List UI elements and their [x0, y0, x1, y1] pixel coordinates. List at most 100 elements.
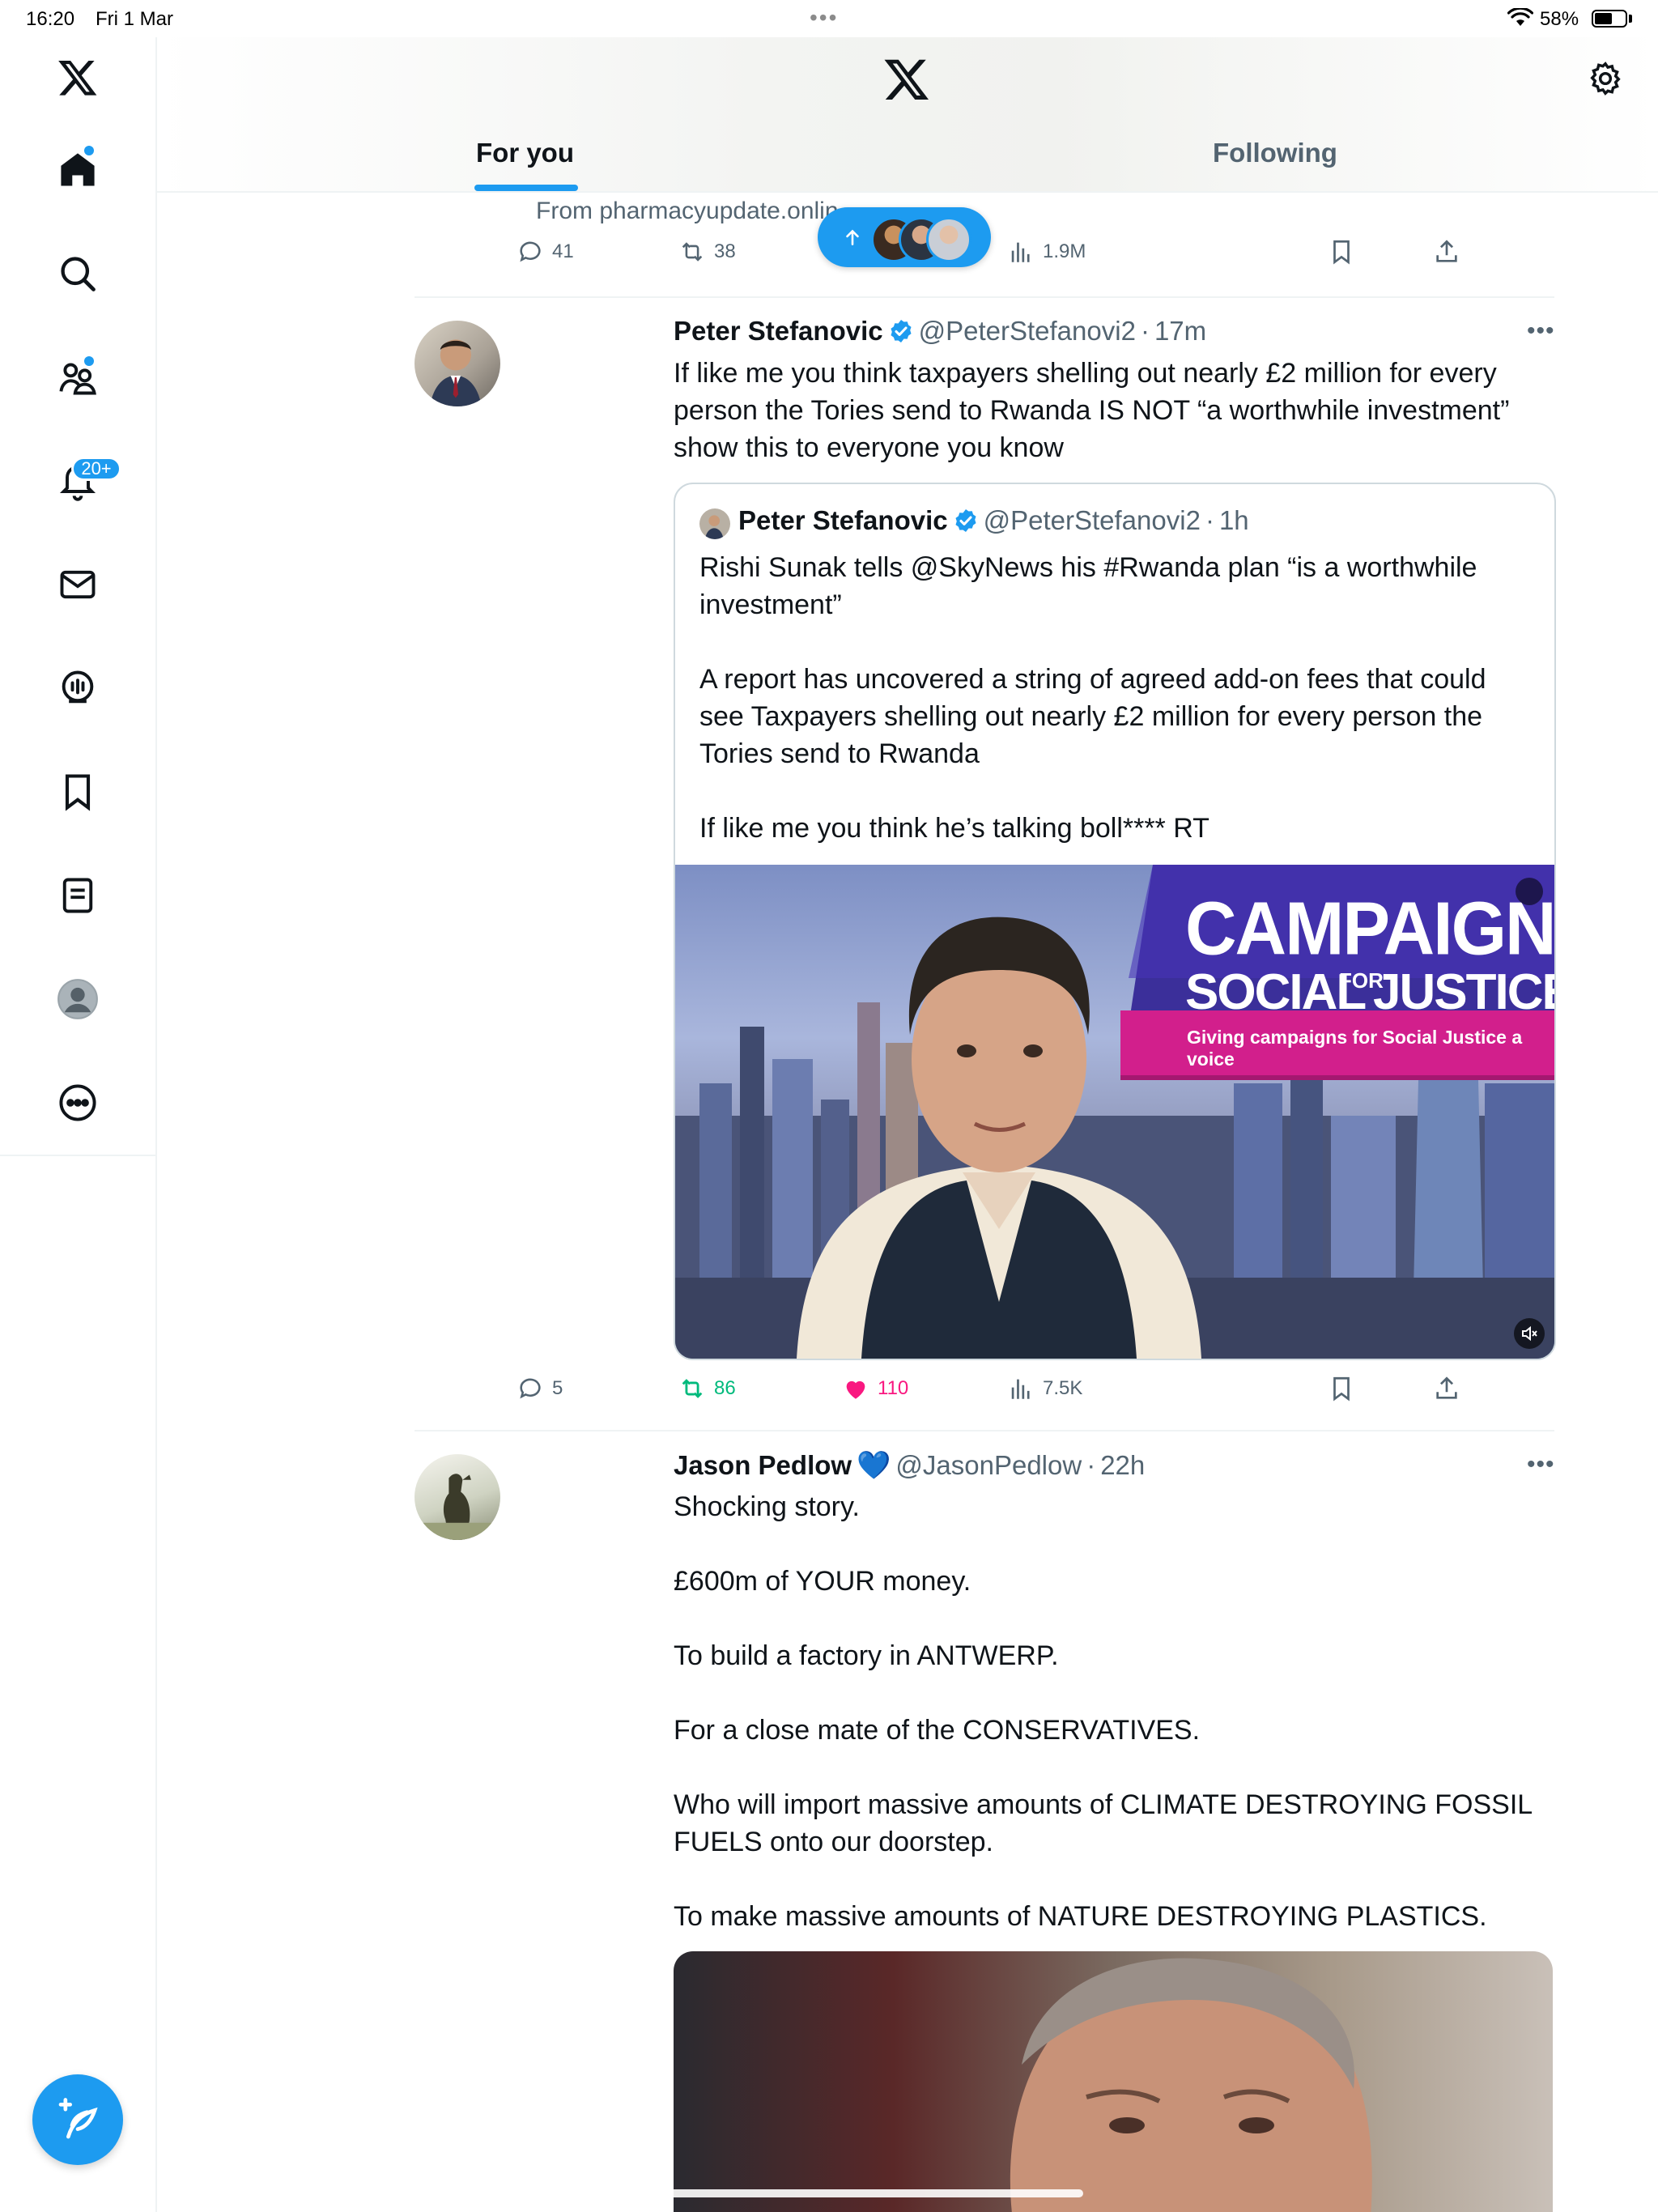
share-button[interactable]: [1433, 1375, 1460, 1402]
nav-bookmarks[interactable]: [52, 766, 104, 818]
sidebar-divider: [0, 1155, 155, 1156]
avatar[interactable]: [414, 321, 500, 406]
avatar[interactable]: [414, 1454, 500, 1540]
new-posts-pill[interactable]: [818, 207, 991, 267]
banner-title: CAMPAIGN: [1185, 886, 1554, 971]
author-name[interactable]: Jason Pedlow: [674, 1450, 852, 1481]
post-paragraph: Shocking story.: [674, 1491, 860, 1522]
reply-button[interactable]: 5: [517, 1375, 563, 1402]
battery-icon: [1592, 10, 1627, 28]
reply-button[interactable]: 41: [517, 238, 574, 266]
banner-tagline: Giving campaigns for Social Justice a vo…: [1187, 1027, 1523, 1070]
meta-dot: ·: [1205, 505, 1214, 535]
verified-badge-icon: [891, 320, 912, 342]
heart-icon: [846, 1380, 865, 1399]
battery-cap: [1629, 15, 1632, 23]
mail-icon: [60, 570, 96, 599]
quote-paragraph: If like me you think he’s talking boll**…: [699, 813, 1209, 844]
more-circle-icon: [59, 1084, 96, 1121]
like-button[interactable]: 110: [842, 1375, 908, 1402]
bookmark-button[interactable]: [1328, 1375, 1355, 1402]
communities-new-dot: [84, 356, 94, 366]
share-icon: [1436, 240, 1457, 262]
post-paragraph: To make massive amounts of NATURE DESTRO…: [674, 1901, 1487, 1932]
quote-author-name: Peter Stefanovic: [738, 505, 948, 535]
post-paragraph: Who will import massive amounts of CLIMA…: [674, 1789, 1532, 1857]
post-source-text[interactable]: From pharmacyupdate.onlin: [536, 198, 839, 225]
photo-person: [1010, 1958, 1372, 2212]
bookmark-icon: [1333, 1376, 1350, 1402]
author-name[interactable]: Peter Stefanovic: [674, 316, 883, 347]
x-logo-icon[interactable]: [52, 52, 104, 104]
repost-button[interactable]: 86: [678, 1375, 736, 1402]
meta-dot: ·: [1140, 316, 1150, 346]
bookmark-button[interactable]: [1328, 238, 1355, 266]
search-icon: [61, 257, 96, 291]
muted-speaker-icon: [1522, 1325, 1537, 1342]
nav-grok[interactable]: [52, 662, 104, 714]
multitasking-dots-icon[interactable]: •••: [810, 5, 838, 31]
active-tab-indicator: [474, 185, 578, 191]
nav-communities[interactable]: [52, 351, 104, 403]
post-divider: [414, 1430, 1554, 1431]
views-count: 1.9M: [1043, 240, 1086, 262]
header-x-logo-icon[interactable]: [882, 55, 931, 104]
nav-explore[interactable]: [52, 248, 104, 300]
nav-profile[interactable]: [52, 973, 104, 1025]
banner-justice: JUSTICE: [1373, 964, 1554, 1020]
notifications-badge: 20+: [71, 457, 121, 481]
views-icon: [1011, 1379, 1030, 1399]
list-icon: [62, 878, 93, 913]
post-time[interactable]: 17m: [1154, 316, 1206, 347]
post-image[interactable]: [674, 1951, 1553, 2212]
home-indicator[interactable]: [573, 2189, 1083, 2197]
tab-following[interactable]: Following: [1213, 138, 1337, 168]
avatar: [926, 217, 971, 262]
settings-button[interactable]: [1587, 60, 1624, 97]
nav-more[interactable]: [52, 1077, 104, 1129]
author-handle[interactable]: @PeterStefanovi2: [919, 316, 1136, 347]
quote-time: 1h: [1218, 505, 1249, 535]
timeline[interactable]: From pharmacyupdate.onlin 41 38 1.9M Pet…: [157, 193, 1658, 2212]
media-info-icon[interactable]: [1516, 878, 1543, 905]
share-icon: [1436, 1376, 1457, 1399]
mute-button[interactable]: [1514, 1318, 1545, 1349]
home-icon: [61, 153, 95, 186]
like-count: 110: [878, 1377, 909, 1399]
gear-icon: [1590, 62, 1621, 96]
repost-icon: [682, 242, 703, 262]
tab-for-you[interactable]: For you: [476, 138, 574, 168]
views-icon: [1011, 242, 1030, 262]
status-time: 16:20: [26, 8, 75, 30]
home-new-dot: [84, 146, 94, 155]
compose-post-button[interactable]: [32, 2074, 123, 2165]
reply-icon: [520, 1378, 541, 1399]
verified-badge-icon: [955, 509, 976, 532]
quote-paragraph: Rishi Sunak tells @SkyNews his #Rwanda p…: [699, 552, 1477, 620]
reply-icon: [520, 241, 541, 262]
repost-count: 86: [714, 1377, 736, 1399]
repost-button[interactable]: 38: [678, 238, 736, 266]
share-button[interactable]: [1433, 238, 1460, 266]
post-header: Peter Stefanovic @PeterStefanovi2 · 17m: [674, 316, 1206, 347]
post-time[interactable]: 22h: [1100, 1450, 1145, 1481]
views-button[interactable]: 7.5K: [1007, 1375, 1082, 1402]
author-handle[interactable]: @JasonPedlow: [895, 1450, 1082, 1481]
nav-messages[interactable]: [52, 559, 104, 610]
post-more-button[interactable]: •••: [1527, 1451, 1555, 1478]
post-paragraph: For a close mate of the CONSERVATIVES.: [674, 1715, 1201, 1746]
bookmark-icon: [1333, 240, 1350, 265]
arrow-up-icon: [846, 229, 859, 245]
post-paragraph: To build a factory in ANTWERP.: [674, 1640, 1059, 1671]
views-button[interactable]: 1.9M: [1007, 238, 1086, 266]
video-player[interactable]: CAMPAIGN SOCIAL FOR JUSTICE Giving campa…: [675, 865, 1554, 1359]
avatar: [57, 979, 98, 1019]
repost-count: 38: [714, 240, 736, 262]
nav-lists[interactable]: [52, 870, 104, 921]
post-text: If like me you think taxpayers shelling …: [674, 358, 1510, 463]
reply-count: 41: [552, 240, 574, 262]
quote-paragraph: A report has uncovered a string of agree…: [699, 664, 1486, 769]
post-more-button[interactable]: •••: [1527, 317, 1555, 345]
nav-home[interactable]: [52, 144, 104, 196]
quoted-post[interactable]: Peter Stefanovic @PeterStefanovi2 · 1h R…: [674, 483, 1556, 1360]
